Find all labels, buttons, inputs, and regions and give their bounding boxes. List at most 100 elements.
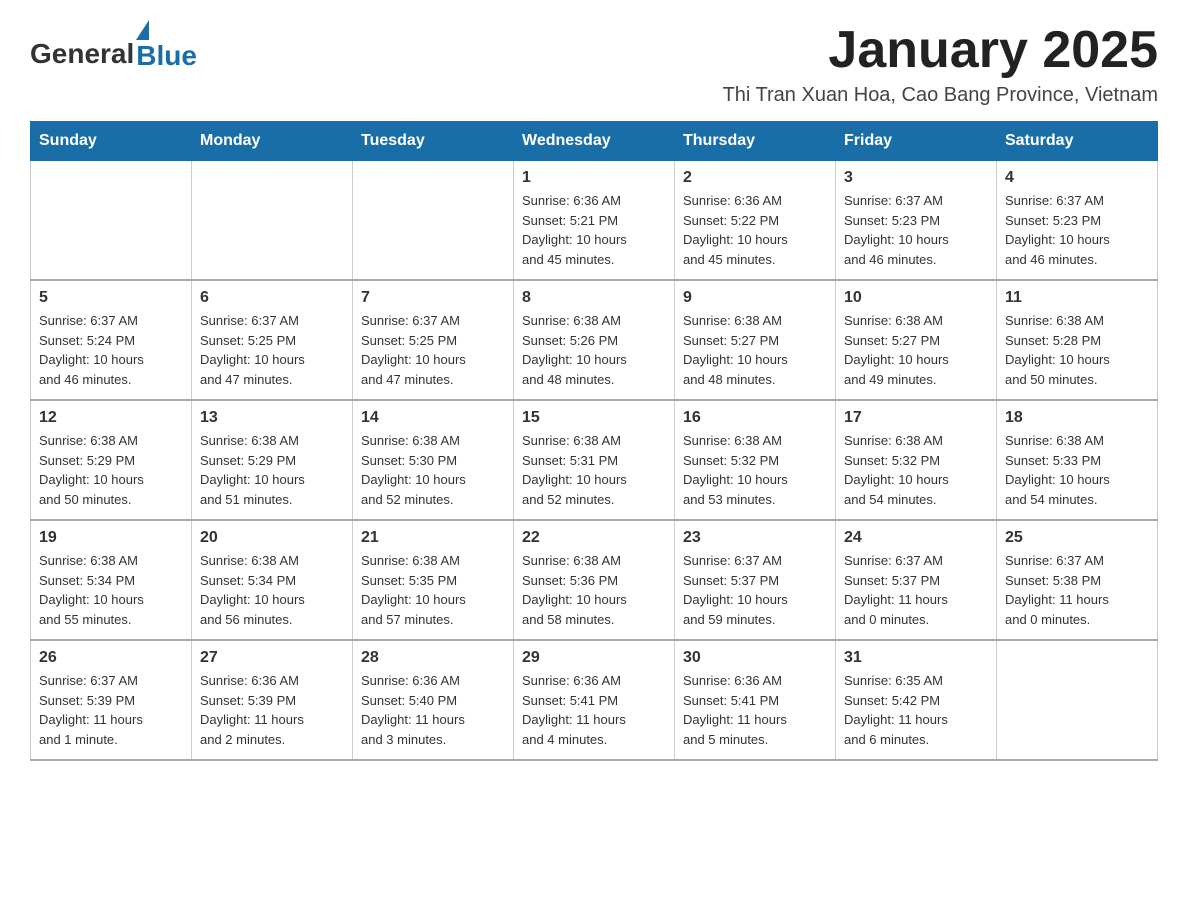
day-number: 22 — [522, 529, 666, 547]
calendar-cell: 12Sunrise: 6:38 AM Sunset: 5:29 PM Dayli… — [31, 400, 192, 520]
calendar-cell: 14 Sunrise: 6:38 AM Sunset: 5:30 PM Dayli… — [353, 400, 514, 520]
day-number: 21 — [361, 529, 505, 547]
calendar-cell — [997, 640, 1158, 760]
day-info: Sunrise: 6:38 AM Sunset: 5:27 PM Dayligh… — [683, 311, 827, 389]
day-info: Sunrise: 6:36 AM Sunset: 5:40 PM Dayligh… — [361, 671, 505, 749]
title-block: January 2025 Thi Tran Xuan Hoa, Cao Bang… — [723, 20, 1158, 107]
day-info: Sunrise: 6:38 AM Sunset: 5:31 PM Dayligh… — [522, 431, 666, 509]
day-header-wednesday: Wednesday — [514, 122, 675, 161]
day-info: Sunrise: 6:37 AM Sunset: 5:25 PM Dayligh… — [361, 311, 505, 389]
calendar-cell: 18 Sunrise: 6:38 AM Sunset: 5:33 PM Dayli… — [997, 400, 1158, 520]
calendar-cell: 6 Sunrise: 6:37 AM Sunset: 5:25 PM Daylig… — [192, 280, 353, 400]
day-info: Sunrise: 6:37 AM Sunset: 5:25 PM Dayligh… — [200, 311, 344, 389]
day-number: 14 — [361, 409, 505, 427]
calendar-cell: 20Sunrise: 6:38 AM Sunset: 5:34 PM Dayli… — [192, 520, 353, 640]
day-number: 27 — [200, 649, 344, 667]
day-info: Sunrise: 6:37 AM Sunset: 5:39 PM Dayligh… — [39, 671, 183, 749]
day-info: Sunrise: 6:37 AM Sunset: 5:23 PM Dayligh… — [844, 191, 988, 269]
calendar-cell: 8Sunrise: 6:38 AM Sunset: 5:26 PM Daylig… — [514, 280, 675, 400]
day-number: 18 — [1005, 409, 1149, 427]
day-number: 31 — [844, 649, 988, 667]
day-info: Sunrise: 6:36 AM Sunset: 5:39 PM Dayligh… — [200, 671, 344, 749]
calendar-cell: 19 Sunrise: 6:38 AM Sunset: 5:34 PM Dayli… — [31, 520, 192, 640]
day-number: 7 — [361, 289, 505, 307]
calendar-cell: 9 Sunrise: 6:38 AM Sunset: 5:27 PM Daylig… — [675, 280, 836, 400]
day-number: 9 — [683, 289, 827, 307]
day-info: Sunrise: 6:38 AM Sunset: 5:35 PM Dayligh… — [361, 551, 505, 629]
day-info: Sunrise: 6:38 AM Sunset: 5:34 PM Dayligh… — [39, 551, 183, 629]
calendar-week-2: 5Sunrise: 6:37 AM Sunset: 5:24 PM Daylig… — [31, 280, 1158, 400]
day-number: 16 — [683, 409, 827, 427]
logo-general-text: General — [30, 38, 134, 70]
calendar-cell: 31 Sunrise: 6:35 AM Sunset: 5:42 PM Dayli… — [836, 640, 997, 760]
calendar-cell: 10 Sunrise: 6:38 AM Sunset: 5:27 PM Dayli… — [836, 280, 997, 400]
calendar-cell: 24Sunrise: 6:37 AM Sunset: 5:37 PM Dayli… — [836, 520, 997, 640]
calendar-week-5: 26 Sunrise: 6:37 AM Sunset: 5:39 PM Dayli… — [31, 640, 1158, 760]
day-header-sunday: Sunday — [31, 122, 192, 161]
calendar-cell: 22 Sunrise: 6:38 AM Sunset: 5:36 PM Dayli… — [514, 520, 675, 640]
day-number: 20 — [200, 529, 344, 547]
calendar-cell — [192, 161, 353, 281]
calendar-cell: 7 Sunrise: 6:37 AM Sunset: 5:25 PM Daylig… — [353, 280, 514, 400]
day-header-tuesday: Tuesday — [353, 122, 514, 161]
calendar-cell: 29 Sunrise: 6:36 AM Sunset: 5:41 PM Dayli… — [514, 640, 675, 760]
calendar-cell: 28Sunrise: 6:36 AM Sunset: 5:40 PM Dayli… — [353, 640, 514, 760]
calendar-title: January 2025 — [723, 20, 1158, 80]
calendar-cell: 23 Sunrise: 6:37 AM Sunset: 5:37 PM Dayli… — [675, 520, 836, 640]
day-header-friday: Friday — [836, 122, 997, 161]
day-info: Sunrise: 6:36 AM Sunset: 5:21 PM Dayligh… — [522, 191, 666, 269]
day-info: Sunrise: 6:37 AM Sunset: 5:37 PM Dayligh… — [683, 551, 827, 629]
day-number: 26 — [39, 649, 183, 667]
day-number: 30 — [683, 649, 827, 667]
day-number: 23 — [683, 529, 827, 547]
day-info: Sunrise: 6:36 AM Sunset: 5:41 PM Dayligh… — [683, 671, 827, 749]
day-number: 11 — [1005, 289, 1149, 307]
calendar-week-3: 12Sunrise: 6:38 AM Sunset: 5:29 PM Dayli… — [31, 400, 1158, 520]
calendar-cell: 27 Sunrise: 6:36 AM Sunset: 5:39 PM Dayli… — [192, 640, 353, 760]
day-number: 15 — [522, 409, 666, 427]
page-header: General Blue January 2025 Thi Tran Xuan … — [30, 20, 1158, 107]
calendar-cell: 11 Sunrise: 6:38 AM Sunset: 5:28 PM Dayli… — [997, 280, 1158, 400]
day-info: Sunrise: 6:38 AM Sunset: 5:30 PM Dayligh… — [361, 431, 505, 509]
day-info: Sunrise: 6:38 AM Sunset: 5:26 PM Dayligh… — [522, 311, 666, 389]
calendar-cell: 25 Sunrise: 6:37 AM Sunset: 5:38 PM Dayli… — [997, 520, 1158, 640]
calendar-cell: 21 Sunrise: 6:38 AM Sunset: 5:35 PM Dayli… — [353, 520, 514, 640]
day-number: 25 — [1005, 529, 1149, 547]
calendar-cell — [353, 161, 514, 281]
calendar-cell: 16 Sunrise: 6:38 AM Sunset: 5:32 PM Dayli… — [675, 400, 836, 520]
day-number: 1 — [522, 169, 666, 187]
calendar-week-1: 1 Sunrise: 6:36 AM Sunset: 5:21 PM Daylig… — [31, 161, 1158, 281]
day-info: Sunrise: 6:38 AM Sunset: 5:27 PM Dayligh… — [844, 311, 988, 389]
day-header-monday: Monday — [192, 122, 353, 161]
day-info: Sunrise: 6:36 AM Sunset: 5:41 PM Dayligh… — [522, 671, 666, 749]
day-info: Sunrise: 6:38 AM Sunset: 5:32 PM Dayligh… — [683, 431, 827, 509]
calendar-cell: 15 Sunrise: 6:38 AM Sunset: 5:31 PM Dayli… — [514, 400, 675, 520]
day-number: 2 — [683, 169, 827, 187]
day-number: 6 — [200, 289, 344, 307]
day-number: 19 — [39, 529, 183, 547]
day-number: 29 — [522, 649, 666, 667]
day-info: Sunrise: 6:38 AM Sunset: 5:36 PM Dayligh… — [522, 551, 666, 629]
day-info: Sunrise: 6:38 AM Sunset: 5:28 PM Dayligh… — [1005, 311, 1149, 389]
day-info: Sunrise: 6:37 AM Sunset: 5:24 PM Dayligh… — [39, 311, 183, 389]
logo-blue-text: Blue — [136, 42, 197, 70]
calendar-cell: 13Sunrise: 6:38 AM Sunset: 5:29 PM Dayli… — [192, 400, 353, 520]
day-info: Sunrise: 6:37 AM Sunset: 5:23 PM Dayligh… — [1005, 191, 1149, 269]
day-header-thursday: Thursday — [675, 122, 836, 161]
calendar-subtitle: Thi Tran Xuan Hoa, Cao Bang Province, Vi… — [723, 84, 1158, 107]
calendar-cell: 4Sunrise: 6:37 AM Sunset: 5:23 PM Daylig… — [997, 161, 1158, 281]
calendar-cell: 3Sunrise: 6:37 AM Sunset: 5:23 PM Daylig… — [836, 161, 997, 281]
calendar-week-4: 19 Sunrise: 6:38 AM Sunset: 5:34 PM Dayli… — [31, 520, 1158, 640]
day-info: Sunrise: 6:35 AM Sunset: 5:42 PM Dayligh… — [844, 671, 988, 749]
day-number: 10 — [844, 289, 988, 307]
calendar-cell: 30 Sunrise: 6:36 AM Sunset: 5:41 PM Dayli… — [675, 640, 836, 760]
calendar-cell: 5Sunrise: 6:37 AM Sunset: 5:24 PM Daylig… — [31, 280, 192, 400]
calendar-cell: 1 Sunrise: 6:36 AM Sunset: 5:21 PM Daylig… — [514, 161, 675, 281]
day-number: 24 — [844, 529, 988, 547]
day-info: Sunrise: 6:38 AM Sunset: 5:33 PM Dayligh… — [1005, 431, 1149, 509]
calendar-cell: 2Sunrise: 6:36 AM Sunset: 5:22 PM Daylig… — [675, 161, 836, 281]
day-info: Sunrise: 6:38 AM Sunset: 5:32 PM Dayligh… — [844, 431, 988, 509]
day-info: Sunrise: 6:37 AM Sunset: 5:38 PM Dayligh… — [1005, 551, 1149, 629]
calendar-cell — [31, 161, 192, 281]
day-number: 12 — [39, 409, 183, 427]
